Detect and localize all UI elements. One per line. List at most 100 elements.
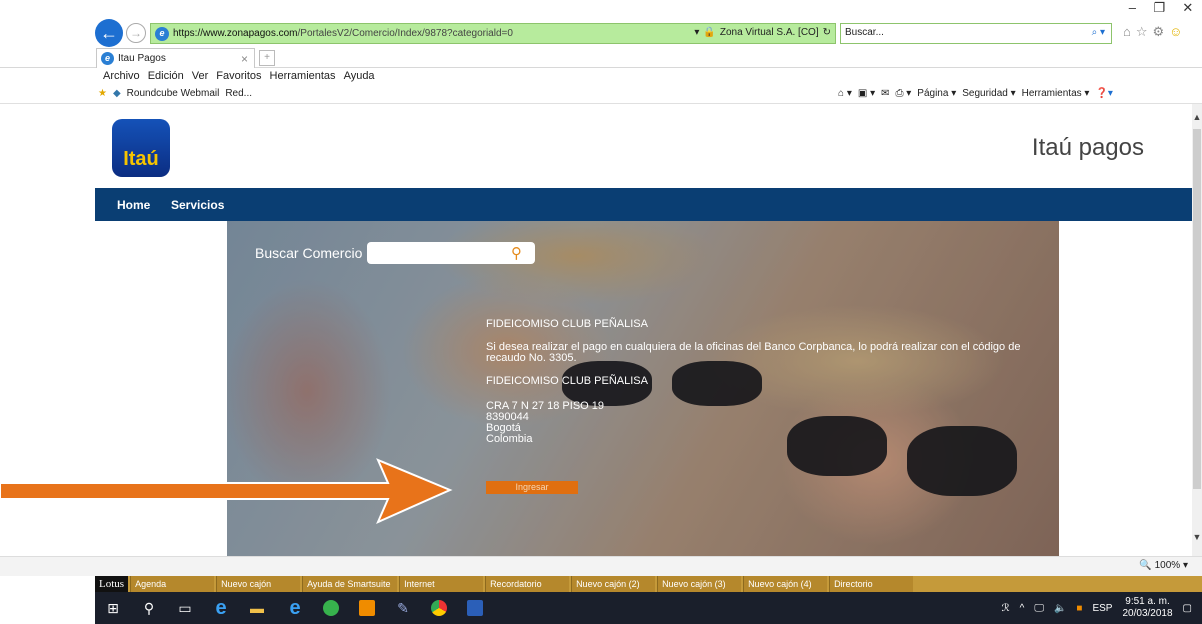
close-icon[interactable]: ×: [241, 52, 248, 66]
site-navbar: Home Servicios: [95, 188, 1192, 221]
home-icon[interactable]: ⌂ ▾: [838, 88, 852, 99]
language-indicator[interactable]: ESP: [1092, 603, 1112, 614]
paint-icon[interactable]: ✎: [393, 598, 413, 618]
lotus-directorio[interactable]: Directorio: [829, 576, 914, 592]
outlook-icon[interactable]: [357, 598, 377, 618]
page-scrollbar[interactable]: ▲ ▼: [1192, 104, 1202, 556]
ie-icon: e: [155, 26, 169, 41]
scroll-down-icon[interactable]: ▼: [1192, 532, 1202, 542]
chrome-icon[interactable]: [429, 598, 449, 618]
people-icon[interactable]: ℛ: [1002, 603, 1010, 614]
word-dot: [467, 600, 483, 616]
search-merchant-input[interactable]: [367, 242, 535, 264]
help-icon[interactable]: ❓▾: [1095, 88, 1112, 99]
refresh-icon[interactable]: ↻: [823, 27, 831, 38]
minimize-button[interactable]: –: [1129, 0, 1136, 18]
tray-app-icon[interactable]: ■: [1076, 603, 1082, 614]
fav-roundcube[interactable]: Roundcube Webmail: [127, 88, 220, 99]
home-icon[interactable]: ⌂: [1123, 24, 1131, 40]
tab-title: Itau Pagos: [118, 53, 166, 64]
menu-edicion[interactable]: Edición: [148, 70, 184, 82]
new-tab-icon: +: [264, 52, 270, 63]
browser-chrome: – ❐ ✕ ← → e https://www.zonapagos.com/Po…: [0, 0, 1202, 104]
search-icon[interactable]: ⌕ ▾: [1092, 27, 1105, 38]
cmd-herramientas[interactable]: Herramientas ▾: [1022, 88, 1090, 99]
merchant-message: Si desea realizar el pago en cualquiera …: [486, 341, 1021, 364]
forward-arrow-icon: →: [130, 26, 142, 40]
nav-servicios[interactable]: Servicios: [171, 198, 224, 212]
internet-explorer-icon[interactable]: e: [285, 597, 305, 619]
lotus-nuevo-cajon[interactable]: Nuevo cajón: [216, 576, 301, 592]
zoom-level[interactable]: 🔍 100% ▾: [1139, 560, 1188, 571]
lock-icon[interactable]: 🔒: [703, 27, 715, 38]
lotus-nuevo-cajon-2[interactable]: Nuevo cajón (2): [571, 576, 656, 592]
new-tab-button[interactable]: +: [259, 50, 275, 66]
menu-ver[interactable]: Ver: [192, 70, 209, 82]
favorites-star-icon[interactable]: ★: [98, 88, 107, 99]
tab-itau-pagos[interactable]: e Itau Pagos ×: [96, 48, 255, 68]
lotus-agenda[interactable]: Agenda: [130, 576, 215, 592]
back-button[interactable]: ←: [95, 19, 123, 47]
cmd-pagina[interactable]: Página ▾: [917, 88, 956, 99]
ingresar-button[interactable]: Ingresar: [486, 481, 578, 494]
edge-icon[interactable]: e: [211, 597, 231, 619]
cmd-seguridad[interactable]: Seguridad ▾: [962, 88, 1015, 99]
outlook-dot: [359, 600, 375, 616]
word-icon[interactable]: [465, 598, 485, 618]
site-header: Itaú Itaú pagos: [95, 104, 1192, 188]
tray-expand-icon[interactable]: ^: [1020, 603, 1025, 614]
gear-icon[interactable]: ⚙: [1153, 24, 1165, 40]
app-green-dot: [323, 600, 339, 616]
feed-icon[interactable]: ▣ ▾: [858, 88, 875, 99]
menu-favoritos[interactable]: Favoritos: [216, 70, 261, 82]
mail-icon[interactable]: ✉: [881, 88, 889, 99]
lotus-smartcenter: Lotus Agenda Nuevo cajón Ayuda de Smarts…: [95, 576, 1202, 592]
menu-archivo[interactable]: Archivo: [103, 70, 140, 82]
fav-red[interactable]: Red...: [225, 88, 252, 99]
menu-ayuda[interactable]: Ayuda: [344, 70, 375, 82]
lotus-internet[interactable]: Internet: [399, 576, 484, 592]
lotus-nuevo-cajon-3[interactable]: Nuevo cajón (3): [657, 576, 742, 592]
file-explorer-icon[interactable]: ▬: [247, 598, 267, 618]
lotus-recordatorio[interactable]: Recordatorio: [485, 576, 570, 592]
ie-icon: e: [101, 52, 114, 65]
close-button[interactable]: ✕: [1182, 0, 1193, 18]
menu-bar: Archivo Edición Ver Favoritos Herramient…: [103, 70, 375, 82]
app-green-icon[interactable]: [321, 598, 341, 618]
volume-icon[interactable]: 🔈: [1054, 603, 1066, 614]
menu-herramientas[interactable]: Herramientas: [270, 70, 336, 82]
windows-start-icon[interactable]: ⊞: [103, 598, 123, 618]
clock-time: 9:51 a. m.: [1125, 596, 1170, 607]
search-icon[interactable]: ⚲: [511, 244, 522, 262]
nav-home[interactable]: Home: [117, 198, 150, 212]
search-merchant-label: Buscar Comercio: [255, 245, 363, 261]
merchant-country: Colombia: [486, 433, 533, 445]
scroll-thumb[interactable]: [1193, 129, 1201, 489]
logo-text: Itaú: [123, 148, 159, 170]
restore-button[interactable]: ❐: [1153, 0, 1165, 18]
notifications-icon[interactable]: ▢: [1183, 603, 1192, 614]
lotus-ayuda-smartsuite[interactable]: Ayuda de Smartsuite: [302, 576, 398, 592]
forward-button[interactable]: →: [126, 23, 146, 43]
search-icon[interactable]: ⚲: [139, 598, 159, 618]
task-view-icon[interactable]: ▭: [175, 598, 195, 618]
star-icon[interactable]: ☆: [1136, 24, 1148, 40]
print-icon[interactable]: ⎙ ▾: [895, 88, 911, 99]
zoom-value: 100%: [1154, 560, 1181, 571]
certificate-label[interactable]: Zona Virtual S.A. [CO]: [720, 27, 819, 38]
tab-row: e Itau Pagos × +: [0, 46, 1202, 68]
scroll-up-icon[interactable]: ▲: [1192, 112, 1202, 122]
clock[interactable]: 9:51 a. m. 20/03/2018: [1122, 596, 1172, 620]
merchant-title-secondary: FIDEICOMISO CLUB PEÑALISA: [486, 375, 648, 387]
favorites-bar: ★ ◆ Roundcube Webmail Red...: [98, 88, 252, 99]
itau-logo[interactable]: Itaú: [112, 119, 170, 177]
annotation-arrow-shape: [0, 458, 453, 524]
browser-search-input[interactable]: Buscar... ⌕ ▾: [840, 23, 1112, 44]
lotus-logo[interactable]: Lotus: [95, 576, 129, 592]
dropdown-icon[interactable]: ▾: [694, 27, 699, 38]
lotus-nuevo-cajon-4[interactable]: Nuevo cajón (4): [743, 576, 828, 592]
network-icon[interactable]: 🖵: [1034, 603, 1044, 614]
address-bar[interactable]: e https://www.zonapagos.com/PortalesV2/C…: [150, 23, 836, 44]
smiley-icon[interactable]: ☺: [1169, 24, 1182, 40]
url-path: /PortalesV2/Comercio/Index/9878?categori…: [297, 28, 513, 39]
